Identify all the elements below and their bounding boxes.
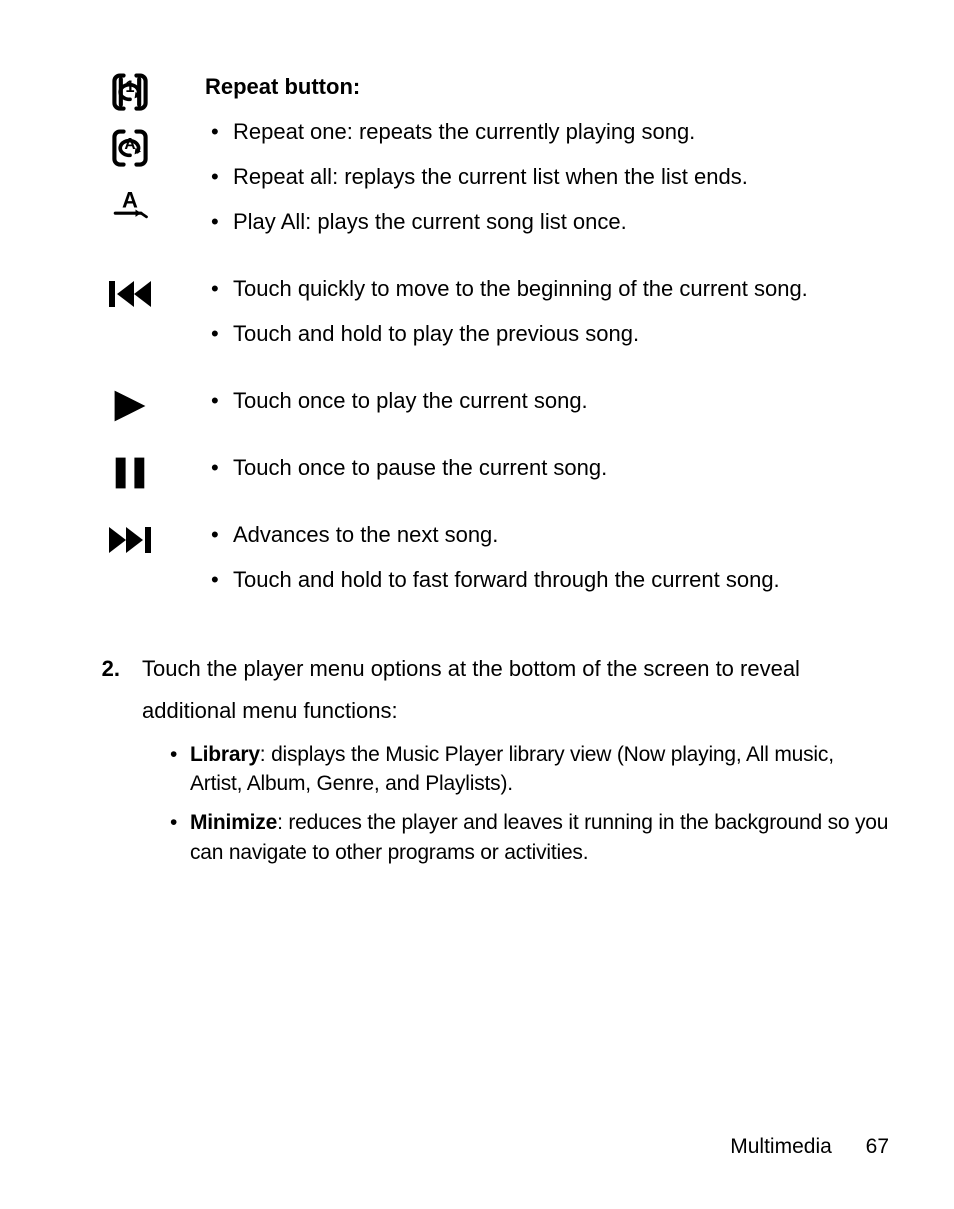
page-footer: Multimedia 67 bbox=[730, 1135, 889, 1159]
play-icon-column bbox=[90, 384, 170, 428]
step-number: 2. bbox=[65, 648, 142, 877]
list-item: Touch once to pause the current song. bbox=[205, 451, 889, 484]
svg-text:A: A bbox=[124, 136, 135, 153]
block-repeat: 1 A A bbox=[90, 70, 889, 250]
list-item: Repeat one: repeats the currently playin… bbox=[205, 115, 889, 148]
sub-desc: : reduces the player and leaves it runni… bbox=[190, 811, 888, 863]
next-icon-column bbox=[90, 518, 170, 562]
prev-icon-column bbox=[90, 272, 170, 316]
pause-text: Touch once to pause the current song. bbox=[170, 451, 889, 496]
play-text: Touch once to play the current song. bbox=[170, 384, 889, 429]
step-2: 2. Touch the player menu options at the … bbox=[65, 648, 889, 877]
pause-list: Touch once to pause the current song. bbox=[205, 451, 889, 484]
sub-desc: : displays the Music Player library view… bbox=[190, 743, 834, 795]
manual-page: 1 A A bbox=[0, 0, 954, 1209]
repeat-list: Repeat one: repeats the currently playin… bbox=[205, 115, 889, 238]
pause-icon bbox=[108, 451, 152, 495]
block-pause: Touch once to pause the current song. bbox=[90, 451, 889, 496]
svg-text:A: A bbox=[122, 188, 138, 213]
step-text: Touch the player menu options at the bot… bbox=[142, 656, 800, 723]
block-previous: Touch quickly to move to the beginning o… bbox=[90, 272, 889, 362]
next-text: Advances to the next song. Touch and hol… bbox=[170, 518, 889, 608]
play-list: Touch once to play the current song. bbox=[205, 384, 889, 417]
step2-sublist: Library: displays the Music Player libra… bbox=[168, 740, 889, 868]
list-item: Minimize: reduces the player and leaves … bbox=[168, 808, 889, 867]
list-item: Touch and hold to play the previous song… bbox=[205, 317, 889, 350]
list-item: Touch and hold to fast forward through t… bbox=[205, 563, 889, 596]
play-all-icon: A bbox=[108, 182, 152, 226]
list-item: Play All: plays the current song list on… bbox=[205, 205, 889, 238]
repeat-heading: Repeat button: bbox=[205, 70, 889, 103]
sub-key: Library bbox=[190, 743, 260, 766]
list-item: Library: displays the Music Player libra… bbox=[168, 740, 889, 799]
skip-forward-icon bbox=[106, 518, 154, 562]
block-next: Advances to the next song. Touch and hol… bbox=[90, 518, 889, 608]
step-body: Touch the player menu options at the bot… bbox=[142, 648, 889, 877]
sub-key: Minimize bbox=[190, 811, 277, 834]
next-list: Advances to the next song. Touch and hol… bbox=[205, 518, 889, 596]
skip-back-icon bbox=[106, 272, 154, 316]
footer-page-number: 67 bbox=[866, 1135, 889, 1158]
list-item: Touch quickly to move to the beginning o… bbox=[205, 272, 889, 305]
block-play: Touch once to play the current song. bbox=[90, 384, 889, 429]
footer-section: Multimedia bbox=[730, 1135, 832, 1158]
prev-list: Touch quickly to move to the beginning o… bbox=[205, 272, 889, 350]
prev-text: Touch quickly to move to the beginning o… bbox=[170, 272, 889, 362]
svg-text:1: 1 bbox=[125, 78, 134, 96]
repeat-all-icon: A bbox=[108, 126, 152, 170]
pause-icon-column bbox=[90, 451, 170, 495]
list-item: Advances to the next song. bbox=[205, 518, 889, 551]
list-item: Repeat all: replays the current list whe… bbox=[205, 160, 889, 193]
play-icon bbox=[108, 384, 152, 428]
repeat-icons-column: 1 A A bbox=[90, 70, 170, 226]
repeat-one-icon: 1 bbox=[108, 70, 152, 114]
list-item: Touch once to play the current song. bbox=[205, 384, 889, 417]
repeat-text: Repeat button: Repeat one: repeats the c… bbox=[170, 70, 889, 250]
